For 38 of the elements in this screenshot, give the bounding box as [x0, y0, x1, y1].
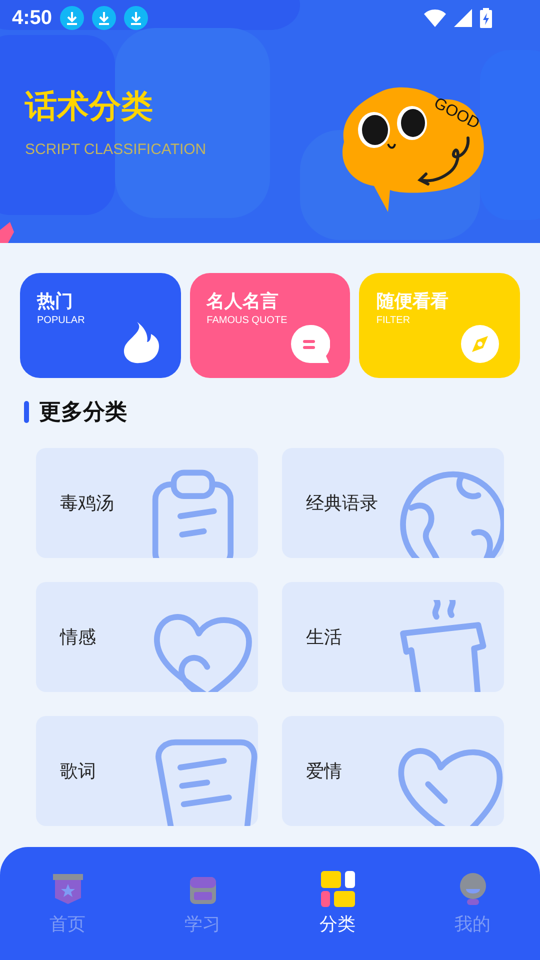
- tile-label: 情感: [60, 626, 96, 648]
- card-title: 热门: [37, 290, 73, 312]
- header-subtitle: SCRIPT CLASSIFICATION: [25, 142, 206, 157]
- category-tile[interactable]: 情感: [36, 582, 258, 692]
- category-tile[interactable]: 生活: [282, 582, 504, 692]
- card-title: 随便看看: [376, 290, 448, 312]
- section-title: 更多分类: [39, 398, 127, 426]
- shield-star-icon: [52, 873, 84, 905]
- category-tile[interactable]: 毒鸡汤: [36, 448, 258, 558]
- tile-label: 经典语录: [306, 492, 378, 514]
- category-tile[interactable]: 爱情: [282, 716, 504, 826]
- status-time: 4:50: [12, 6, 52, 31]
- card-subtitle: FILTER: [376, 314, 410, 328]
- card-subtitle: FAMOUS QUOTE: [206, 314, 288, 328]
- compass-icon: [460, 324, 500, 364]
- category-tile[interactable]: 经典语录: [282, 448, 504, 558]
- category-card[interactable]: 热门 POPULAR: [20, 273, 181, 378]
- wifi-icon: [424, 9, 446, 27]
- sparkle-icon: [0, 222, 14, 243]
- tile-label: 歌词: [60, 760, 96, 782]
- tile-label: 生活: [306, 626, 342, 648]
- tile-label: 毒鸡汤: [60, 492, 114, 514]
- nav-tab[interactable]: 分类: [270, 871, 405, 960]
- download-icon: [124, 6, 148, 30]
- category-tile[interactable]: 歌词: [36, 716, 258, 826]
- category-grid-icon: [320, 871, 354, 907]
- download-icon: [60, 6, 84, 30]
- download-icon: [92, 6, 116, 30]
- header-title: 话术分类: [25, 90, 153, 122]
- tile-label: 爱情: [306, 760, 342, 782]
- battery-icon: [480, 8, 492, 28]
- card-subtitle: POPULAR: [37, 314, 85, 328]
- signal-icon: [454, 9, 472, 27]
- chat-bubble-icon: [290, 324, 330, 364]
- category-card[interactable]: 名人名言 FAMOUS QUOTE: [190, 273, 350, 378]
- avatar-icon: [458, 873, 486, 905]
- section-accent-bar: [24, 400, 29, 422]
- card-title: 名人名言: [206, 290, 279, 312]
